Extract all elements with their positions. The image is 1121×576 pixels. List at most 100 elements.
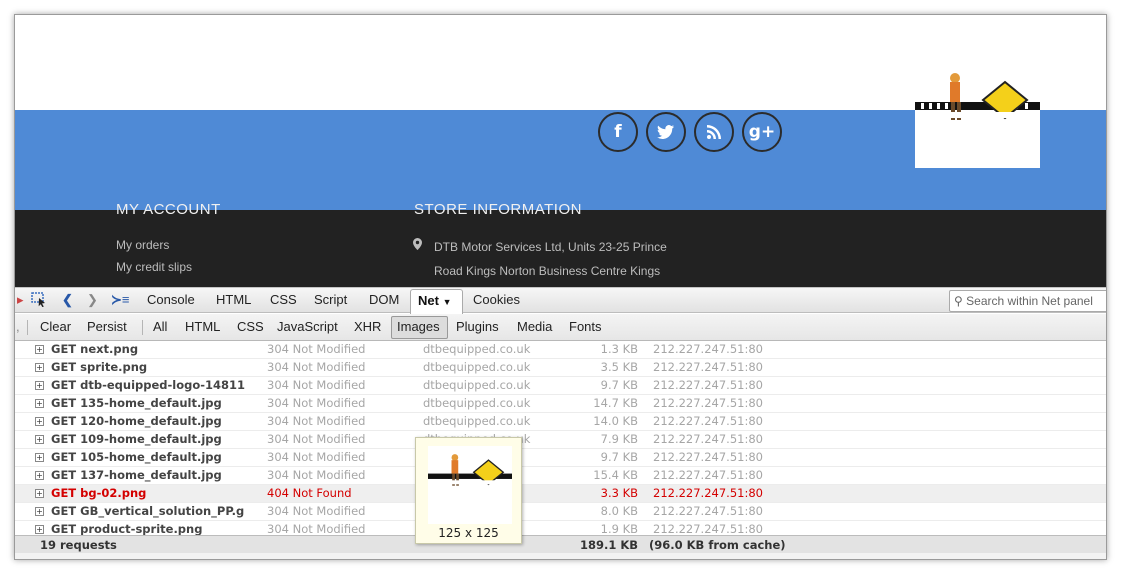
- request-size: 3.5 KB: [600, 360, 638, 374]
- my-account-heading: MY ACCOUNT: [116, 201, 221, 218]
- request-size: 8.0 KB: [600, 504, 638, 518]
- request-size: 14.0 KB: [593, 414, 638, 428]
- request-count: 19 requests: [40, 538, 117, 552]
- store-information-heading: STORE INFORMATION: [414, 201, 582, 218]
- my-credit-slips-link[interactable]: My credit slips: [116, 260, 192, 274]
- request-size: 1.9 KB: [600, 522, 638, 536]
- request-size: 7.9 KB: [600, 432, 638, 446]
- firebug-tab-bar: ▸ ❮ ❯ ≻≡ Console HTML CSS Script DOM Net…: [15, 287, 1106, 314]
- filter-media[interactable]: Media: [517, 319, 552, 334]
- request-status: 304 Not Modified: [267, 450, 366, 464]
- filter-fonts[interactable]: Fonts: [569, 319, 602, 334]
- request-size: 9.7 KB: [600, 450, 638, 464]
- filter-css[interactable]: CSS: [237, 319, 264, 334]
- filter-all[interactable]: All: [153, 319, 167, 334]
- my-orders-link[interactable]: My orders: [116, 238, 169, 252]
- expand-icon[interactable]: +: [35, 345, 44, 354]
- request-url: GET sprite.png: [51, 360, 148, 374]
- expand-icon[interactable]: +: [35, 507, 44, 516]
- google-plus-icon[interactable]: g+: [742, 112, 782, 152]
- table-row[interactable]: + GET next.png 304 Not Modified dtbequipped…: [15, 341, 1106, 359]
- image-preview-tooltip: 125 x 125: [415, 437, 522, 544]
- store-address-line2: Road Kings Norton Business Centre Kings: [434, 264, 661, 278]
- expand-icon[interactable]: +: [35, 363, 44, 372]
- firebug-filter-bar: , Clear Persist All HTML CSS JavaScript …: [15, 314, 1106, 341]
- expand-icon[interactable]: +: [35, 525, 44, 534]
- table-row[interactable]: + GET 135-home_default.jpg 304 Not Modifie…: [15, 395, 1106, 413]
- filter-plugins[interactable]: Plugins: [456, 319, 499, 334]
- tab-css[interactable]: CSS: [270, 292, 297, 307]
- cache-size: (96.0 KB from cache): [649, 538, 786, 552]
- request-status: 304 Not Modified: [267, 414, 366, 428]
- table-row[interactable]: + GET 120-home_default.jpg 304 Not Modifie…: [15, 413, 1106, 431]
- request-ip: 212.227.247.51:80: [653, 432, 763, 446]
- twitter-icon[interactable]: [646, 112, 686, 152]
- expand-icon[interactable]: +: [35, 471, 44, 480]
- back-arrow-icon[interactable]: ❮: [62, 292, 73, 308]
- toolbar-grip-icon: ,: [16, 319, 20, 334]
- command-line-icon[interactable]: ≻≡: [111, 292, 129, 308]
- request-status: 304 Not Modified: [267, 432, 366, 446]
- request-ip: 212.227.247.51:80: [653, 414, 763, 428]
- tab-net[interactable]: Net ▼: [410, 289, 463, 314]
- filter-images[interactable]: Images: [397, 319, 440, 334]
- filter-xhr[interactable]: XHR: [354, 319, 381, 334]
- chevron-down-icon[interactable]: ▼: [443, 297, 452, 307]
- forward-arrow-icon[interactable]: ❯: [87, 292, 98, 308]
- expand-icon[interactable]: +: [35, 381, 44, 390]
- expand-icon[interactable]: +: [35, 417, 44, 426]
- request-url: GET next.png: [51, 342, 139, 356]
- expand-icon[interactable]: +: [35, 435, 44, 444]
- tab-console[interactable]: Console: [147, 292, 195, 307]
- persist-button[interactable]: Persist: [87, 319, 127, 334]
- request-ip: 212.227.247.51:80: [653, 360, 763, 374]
- location-pin-icon: [413, 238, 422, 253]
- filter-html[interactable]: HTML: [185, 319, 220, 334]
- tab-html[interactable]: HTML: [216, 292, 251, 307]
- request-list: + GET next.png 304 Not Modified dtbequipped…: [15, 341, 1106, 539]
- request-ip: 212.227.247.51:80: [653, 378, 763, 392]
- request-size: 15.4 KB: [593, 468, 638, 482]
- request-status: 304 Not Modified: [267, 342, 366, 356]
- request-ip: 212.227.247.51:80: [653, 468, 763, 482]
- request-domain: dtbequipped.co.uk: [423, 414, 531, 428]
- request-ip: 212.227.247.51:80: [653, 342, 763, 356]
- search-icon: ⚲: [954, 294, 963, 308]
- tab-dom[interactable]: DOM: [369, 292, 399, 307]
- expand-icon[interactable]: +: [35, 453, 44, 462]
- request-domain: dtbequipped.co.uk: [423, 378, 531, 392]
- request-status: 304 Not Modified: [267, 522, 366, 536]
- inspect-element-icon[interactable]: [31, 292, 47, 310]
- table-row[interactable]: + GET sprite.png 304 Not Modified dtbequipp…: [15, 359, 1106, 377]
- table-row[interactable]: + GET 137-home_default.jpg 304 Not Modifie…: [15, 467, 1106, 485]
- request-size: 1.3 KB: [600, 342, 638, 356]
- table-row[interactable]: +GET bg-02.png404 Not Foundk3.3 KB212.22…: [15, 485, 1106, 503]
- search-input[interactable]: ⚲ Search within Net panel: [949, 290, 1106, 312]
- preview-dimensions: 125 x 125: [438, 526, 499, 540]
- request-url: GET bg-02.png: [51, 486, 147, 500]
- summary-row: 19 requests 189.1 KB (96.0 KB from cache…: [15, 535, 1106, 553]
- firebug-icon[interactable]: ▸: [17, 292, 24, 308]
- expand-icon[interactable]: +: [35, 489, 44, 498]
- tab-cookies[interactable]: Cookies: [473, 292, 520, 307]
- facebook-icon[interactable]: f: [598, 112, 638, 152]
- request-url: GET product-sprite.png: [51, 522, 203, 536]
- table-row[interactable]: + GET GB_vertical_solution_PP.g 304 Not Mo…: [15, 503, 1106, 521]
- tab-script[interactable]: Script: [314, 292, 347, 307]
- table-row[interactable]: + GET dtb-equipped-logo-14811 304 Not Modi…: [15, 377, 1106, 395]
- preview-image: [428, 446, 512, 524]
- table-row[interactable]: + GET 109-home_default.jpg 304 Not Modifie…: [15, 431, 1106, 449]
- request-status: 304 Not Modified: [267, 396, 366, 410]
- request-url: GET 135-home_default.jpg: [51, 396, 222, 410]
- clear-button[interactable]: Clear: [40, 319, 71, 334]
- store-address-line1: DTB Motor Services Ltd, Units 23-25 Prin…: [434, 240, 667, 254]
- request-status: 304 Not Modified: [267, 504, 366, 518]
- request-ip: 212.227.247.51:80: [653, 450, 763, 464]
- filter-javascript[interactable]: JavaScript: [277, 319, 338, 334]
- rss-icon[interactable]: [694, 112, 734, 152]
- table-row[interactable]: + GET 105-home_default.jpg 304 Not Modifie…: [15, 449, 1106, 467]
- total-size: 189.1 KB: [580, 538, 639, 552]
- request-domain: dtbequipped.co.uk: [423, 396, 531, 410]
- under-construction-image: [915, 70, 1040, 168]
- expand-icon[interactable]: +: [35, 399, 44, 408]
